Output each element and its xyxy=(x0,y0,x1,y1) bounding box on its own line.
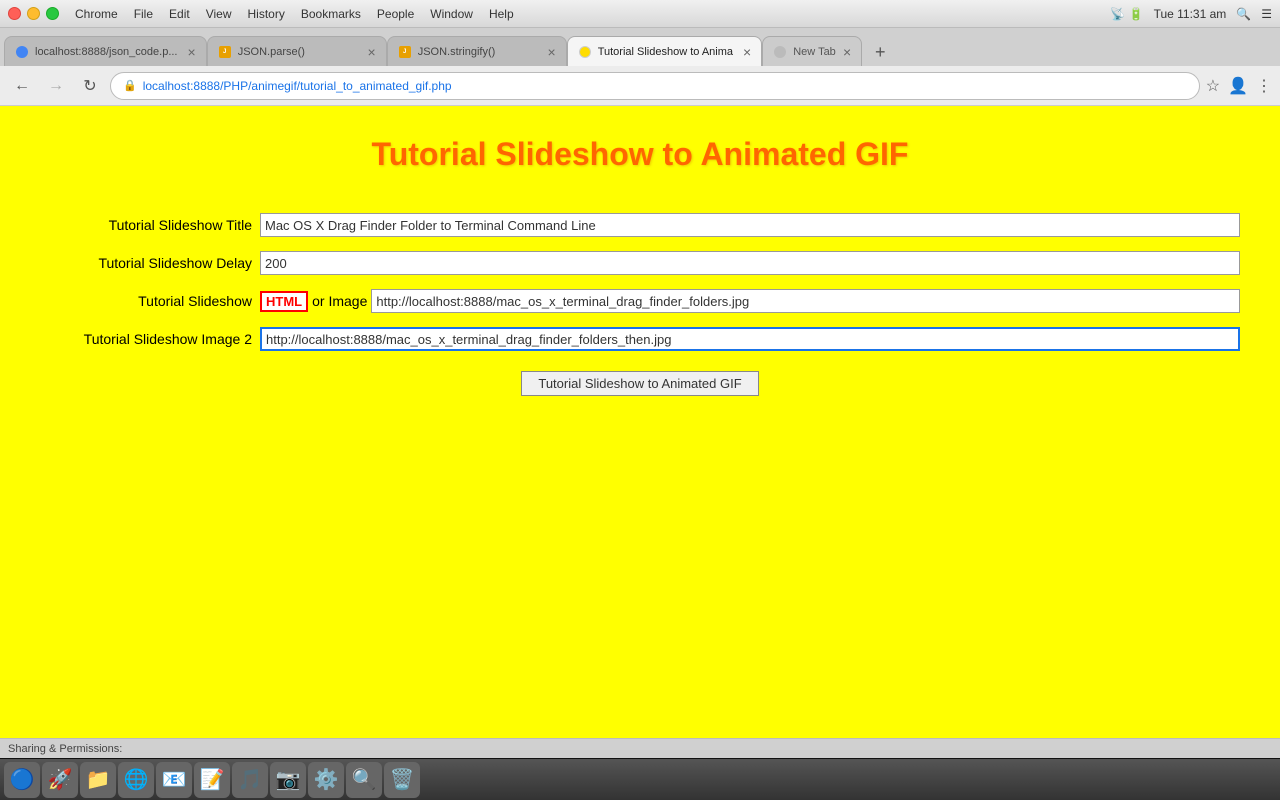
menu-file[interactable]: File xyxy=(134,7,153,21)
form-row-image2: Tutorial Slideshow Image 2 xyxy=(40,327,1240,351)
tab-close-2[interactable]: × xyxy=(368,44,376,60)
taskbar-app7[interactable]: 🎵 xyxy=(232,762,268,798)
form-row-delay: Tutorial Slideshow Delay xyxy=(40,251,1240,275)
tab-favicon-5 xyxy=(773,45,787,59)
taskbar-app4[interactable]: 🌐 xyxy=(118,762,154,798)
url-text: localhost:8888/PHP/animegif/tutorial_to_… xyxy=(143,79,1187,93)
search-icon[interactable]: 🔍 xyxy=(1236,7,1251,21)
form-row-title: Tutorial Slideshow Title xyxy=(40,213,1240,237)
url-bar[interactable]: 🔒 localhost:8888/PHP/animegif/tutorial_t… xyxy=(110,72,1200,100)
page-heading: Tutorial Slideshow to Animated GIF xyxy=(40,126,1240,183)
tab-close-4[interactable]: × xyxy=(743,44,751,60)
tab-label-3: JSON.stringify() xyxy=(418,46,538,58)
menu-people[interactable]: People xyxy=(377,7,414,21)
tab-json-code[interactable]: localhost:8888/json_code.p... × xyxy=(4,36,207,66)
image2-input[interactable] xyxy=(260,327,1240,351)
tab-label-5: New Tab xyxy=(793,46,836,58)
tab-favicon-4 xyxy=(578,45,592,59)
title-label: Tutorial Slideshow Title xyxy=(40,217,260,233)
menu-icon[interactable]: ☰ xyxy=(1261,7,1272,21)
form-row-slideshow: Tutorial Slideshow HTML or Image xyxy=(40,289,1240,313)
menu-window[interactable]: Window xyxy=(430,7,473,21)
menu-chrome[interactable]: Chrome xyxy=(75,7,118,21)
tab-favicon-3: J xyxy=(398,45,412,59)
taskbar-app5[interactable]: 📧 xyxy=(156,762,192,798)
tab-new-tab[interactable]: New Tab × xyxy=(762,36,862,66)
title-input[interactable] xyxy=(260,213,1240,237)
submit-button[interactable]: Tutorial Slideshow to Animated GIF xyxy=(521,371,758,396)
more-icon[interactable]: ⋮ xyxy=(1256,76,1272,96)
back-button[interactable]: ← xyxy=(8,72,36,100)
tab-favicon-2: J xyxy=(218,45,232,59)
html-badge[interactable]: HTML xyxy=(260,291,308,312)
title-bar: Chrome File Edit View History Bookmarks … xyxy=(0,0,1280,28)
window-controls xyxy=(8,7,59,20)
user-icon[interactable]: 👤 xyxy=(1228,76,1248,96)
tab-label-4: Tutorial Slideshow to Anima xyxy=(598,46,733,58)
clock: Tue 11:31 am xyxy=(1154,7,1227,21)
status-icons: 📡 🔋 xyxy=(1110,7,1143,21)
taskbar-finder[interactable]: 🔵 xyxy=(4,762,40,798)
address-bar-right: ☆ 👤 ⋮ xyxy=(1206,76,1272,96)
tab-favicon-1 xyxy=(15,45,29,59)
or-image-label: or Image xyxy=(312,293,367,309)
new-tab-button[interactable]: + xyxy=(866,38,894,66)
bottom-bar-text: Sharing & Permissions: xyxy=(8,743,122,755)
menu-help[interactable]: Help xyxy=(489,7,514,21)
image2-label: Tutorial Slideshow Image 2 xyxy=(40,331,260,347)
menu-history[interactable]: History xyxy=(248,7,285,21)
taskbar: 🔵 🚀 📁 🌐 📧 📝 🎵 📷 ⚙️ 🔍 🗑️ xyxy=(0,758,1280,800)
title-bar-right: 📡 🔋 Tue 11:31 am 🔍 ☰ xyxy=(1110,7,1272,21)
taskbar-app3[interactable]: 📁 xyxy=(80,762,116,798)
image1-input[interactable] xyxy=(371,289,1240,313)
taskbar-app8[interactable]: 📷 xyxy=(270,762,306,798)
menu-view[interactable]: View xyxy=(206,7,232,21)
delay-input[interactable] xyxy=(260,251,1240,275)
tab-label-1: localhost:8888/json_code.p... xyxy=(35,46,178,58)
taskbar-app11[interactable]: 🗑️ xyxy=(384,762,420,798)
tab-tutorial-slideshow[interactable]: Tutorial Slideshow to Anima × xyxy=(567,36,763,66)
tab-close-1[interactable]: × xyxy=(188,44,196,60)
address-bar: ← → ↻ 🔒 localhost:8888/PHP/animegif/tuto… xyxy=(0,66,1280,106)
close-button[interactable] xyxy=(8,7,21,20)
tab-bar: localhost:8888/json_code.p... × J JSON.p… xyxy=(0,28,1280,66)
slideshow-label: Tutorial Slideshow xyxy=(40,293,260,309)
minimize-button[interactable] xyxy=(27,7,40,20)
taskbar-app9[interactable]: ⚙️ xyxy=(308,762,344,798)
lock-icon: 🔒 xyxy=(123,79,137,92)
reload-button[interactable]: ↻ xyxy=(76,72,104,100)
maximize-button[interactable] xyxy=(46,7,59,20)
menu-edit[interactable]: Edit xyxy=(169,7,190,21)
tab-json-parse[interactable]: J JSON.parse() × xyxy=(207,36,387,66)
bottom-bar: Sharing & Permissions: xyxy=(0,738,1280,758)
tab-close-5[interactable]: × xyxy=(843,44,851,60)
tab-label-2: JSON.parse() xyxy=(238,46,358,58)
menu-bookmarks[interactable]: Bookmarks xyxy=(301,7,361,21)
taskbar-app6[interactable]: 📝 xyxy=(194,762,230,798)
tab-close-3[interactable]: × xyxy=(548,44,556,60)
tab-json-stringify[interactable]: J JSON.stringify() × xyxy=(387,36,567,66)
delay-label: Tutorial Slideshow Delay xyxy=(40,255,260,271)
forward-button[interactable]: → xyxy=(42,72,70,100)
menu-bar: Chrome File Edit View History Bookmarks … xyxy=(75,7,514,21)
page-content: Tutorial Slideshow to Animated GIF Tutor… xyxy=(0,106,1280,738)
taskbar-launchpad[interactable]: 🚀 xyxy=(42,762,78,798)
bookmark-icon[interactable]: ☆ xyxy=(1206,76,1220,96)
taskbar-app10[interactable]: 🔍 xyxy=(346,762,382,798)
